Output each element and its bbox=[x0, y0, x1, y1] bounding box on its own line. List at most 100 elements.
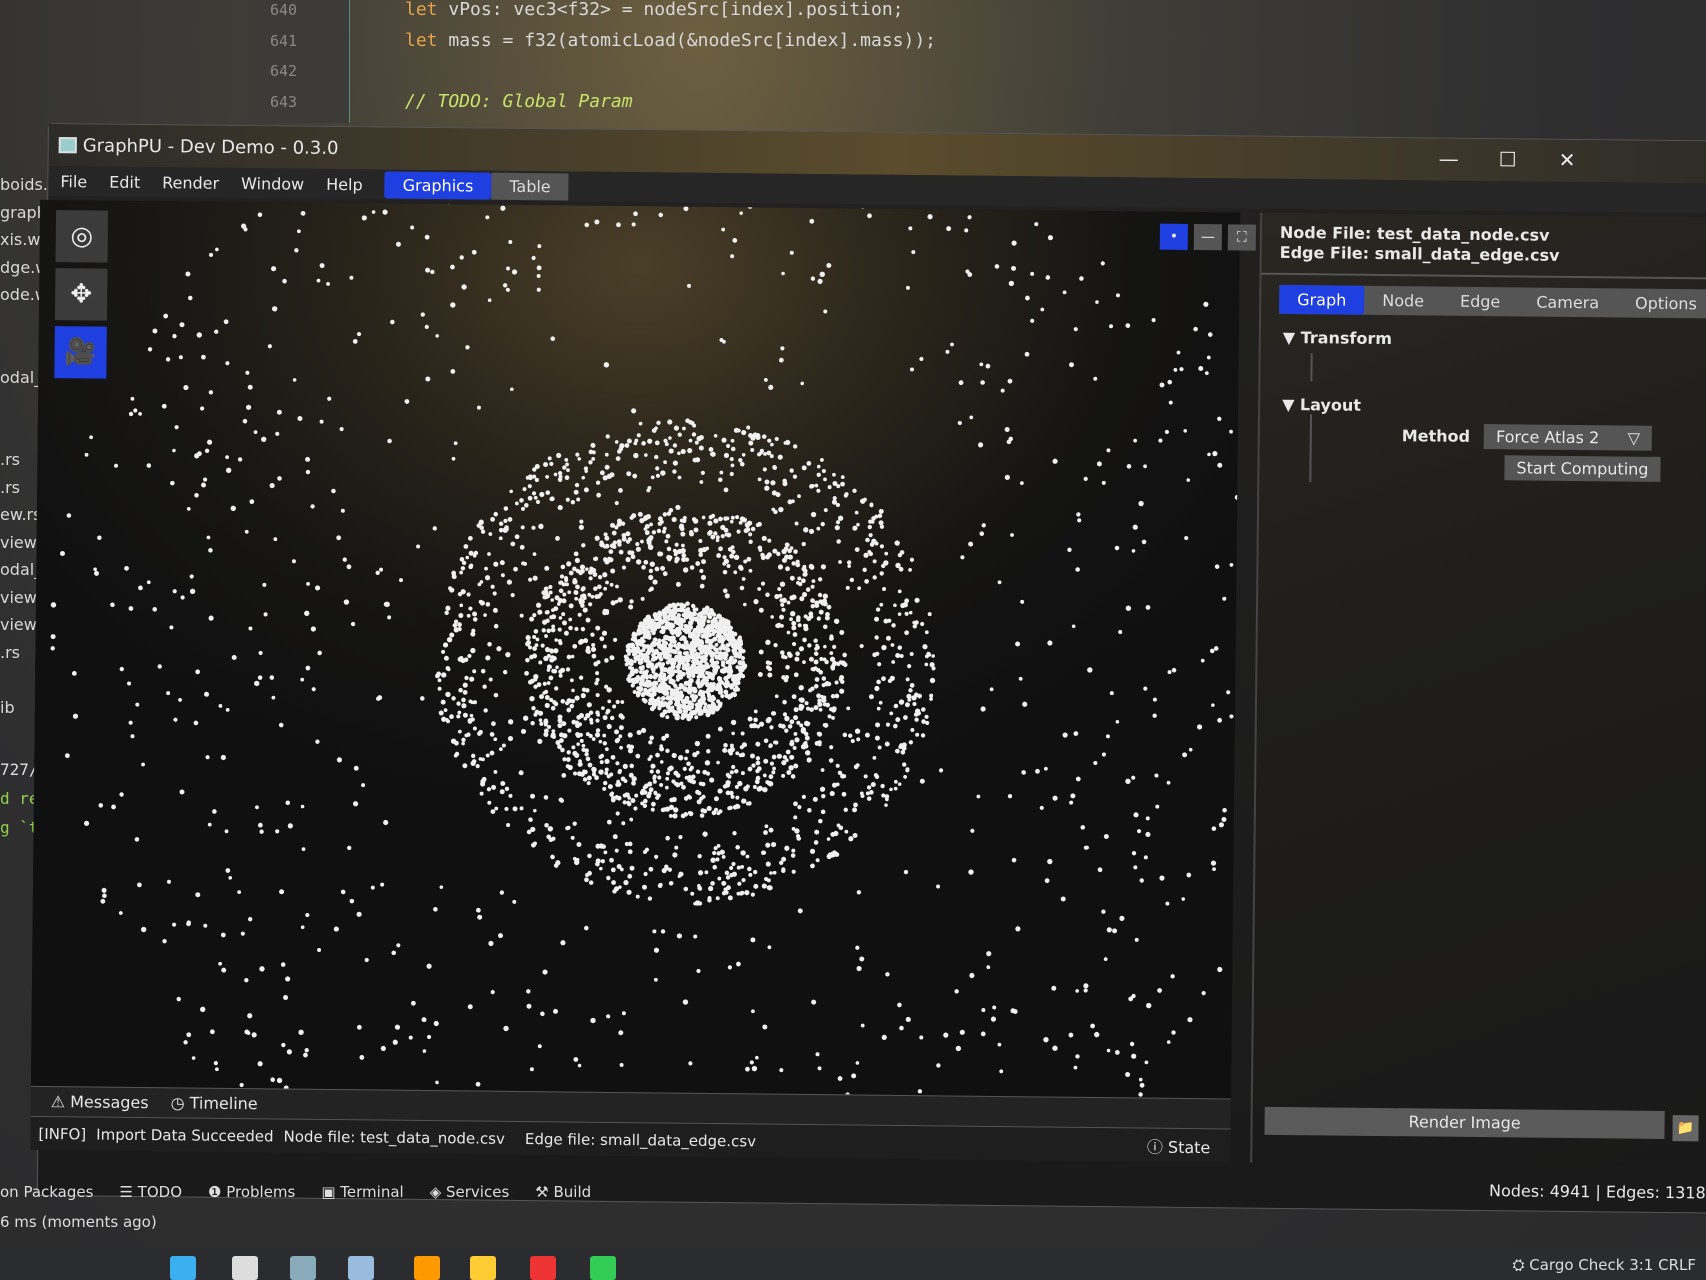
minimize-button[interactable]: — bbox=[1439, 147, 1459, 171]
graph-node bbox=[496, 646, 502, 652]
menu-render[interactable]: Render bbox=[162, 173, 219, 193]
graph-node bbox=[761, 883, 767, 889]
settings-icon[interactable] bbox=[290, 1256, 316, 1280]
graph-node bbox=[1236, 672, 1241, 678]
graph-node bbox=[672, 460, 678, 466]
ide-tool-tab[interactable]: ◈ Services bbox=[430, 1183, 510, 1201]
tab-table[interactable]: Table bbox=[491, 172, 569, 200]
graph-node bbox=[535, 499, 541, 505]
view-point-button[interactable]: • bbox=[1159, 223, 1189, 250]
graph-node bbox=[833, 618, 840, 624]
tab-edge[interactable]: Edge bbox=[1442, 287, 1519, 317]
tab-messages[interactable]: ⚠ Messages bbox=[51, 1092, 149, 1112]
graph-node bbox=[801, 794, 806, 799]
graph-node bbox=[208, 615, 214, 621]
graph-node bbox=[735, 515, 740, 520]
graph-node bbox=[905, 677, 910, 682]
graph-node bbox=[622, 763, 628, 769]
folder-icon[interactable]: 📁 bbox=[1672, 1115, 1699, 1142]
transform-section-header[interactable]: ▼ Transform bbox=[1283, 328, 1706, 352]
ide-tool-tab[interactable]: ☰ TODO bbox=[119, 1183, 182, 1201]
menu-help[interactable]: Help bbox=[326, 174, 363, 193]
graph-node bbox=[445, 605, 451, 611]
graph-node bbox=[604, 535, 610, 541]
graph-node bbox=[989, 687, 994, 692]
graph-node bbox=[490, 809, 496, 814]
graph-node bbox=[591, 653, 597, 659]
menu-window[interactable]: Window bbox=[241, 174, 304, 194]
folder-icon[interactable] bbox=[470, 1256, 496, 1280]
graph-node bbox=[162, 938, 167, 944]
graph-node bbox=[643, 559, 649, 565]
graph-node bbox=[1221, 816, 1227, 822]
graph-node bbox=[879, 602, 884, 607]
taskbar-app-icon[interactable] bbox=[590, 1256, 616, 1280]
graph-node bbox=[637, 511, 643, 517]
close-button[interactable]: ✕ bbox=[1559, 148, 1576, 172]
graph-node bbox=[712, 850, 717, 856]
graph-node bbox=[819, 271, 825, 278]
menu-edit[interactable]: Edit bbox=[109, 172, 140, 191]
graph-node bbox=[1071, 624, 1076, 629]
ide-tool-tab[interactable]: on Packages bbox=[0, 1183, 93, 1201]
graph-node bbox=[1236, 678, 1241, 684]
graph-node bbox=[1114, 545, 1120, 551]
taskbar-app-icon[interactable] bbox=[232, 1256, 258, 1280]
graph-viewport[interactable]: ◎ ✥ 🎥 • — ⛶ bbox=[30, 199, 1257, 1099]
taskbar-app-icon[interactable] bbox=[414, 1256, 440, 1280]
graph-node bbox=[671, 752, 677, 759]
graph-node bbox=[296, 229, 301, 234]
taskbar-app-icon[interactable] bbox=[530, 1256, 556, 1280]
graph-node bbox=[1204, 371, 1209, 376]
render-image-button[interactable]: Render Image bbox=[1264, 1106, 1665, 1139]
graph-node bbox=[356, 911, 362, 917]
graph-node bbox=[602, 572, 608, 578]
graph-node bbox=[490, 516, 495, 522]
method-dropdown[interactable]: Force Atlas 2 ▽ bbox=[1483, 424, 1653, 451]
graph-node bbox=[811, 999, 817, 1005]
graph-node bbox=[186, 506, 191, 511]
graph-node bbox=[483, 708, 488, 713]
tab-graph[interactable]: Graph bbox=[1279, 284, 1365, 315]
ide-tool-tab[interactable]: ▣ Terminal bbox=[321, 1183, 403, 1201]
graph-node bbox=[959, 1029, 965, 1035]
fullscreen-button[interactable]: ⛶ bbox=[1227, 224, 1257, 251]
graph-node bbox=[730, 254, 735, 259]
taskbar-app-icon[interactable] bbox=[348, 1256, 374, 1280]
code-editor[interactable]: let vPos: vec3<f32> = nodeSrc[index].pos… bbox=[405, 0, 936, 122]
graph-node bbox=[791, 694, 797, 700]
ide-tool-tab[interactable]: ⚒ Build bbox=[535, 1183, 591, 1201]
tab-timeline[interactable]: ◷ Timeline bbox=[171, 1093, 258, 1113]
tab-node[interactable]: Node bbox=[1364, 286, 1442, 316]
view-line-button[interactable]: — bbox=[1193, 224, 1223, 251]
graph-node bbox=[595, 480, 601, 485]
graph-node bbox=[206, 439, 213, 445]
graph-node bbox=[485, 753, 490, 758]
menu-file[interactable]: File bbox=[60, 172, 87, 191]
graph-node bbox=[336, 757, 343, 763]
graph-node bbox=[924, 714, 929, 719]
windows-start-icon[interactable] bbox=[170, 1256, 196, 1280]
tab-options[interactable]: Options bbox=[1617, 288, 1706, 318]
graph-node bbox=[675, 504, 681, 511]
graph-node bbox=[304, 1047, 309, 1053]
graph-node bbox=[986, 951, 992, 957]
move-tool-button[interactable]: ✥ bbox=[54, 268, 108, 321]
start-computing-button[interactable]: Start Computing bbox=[1504, 455, 1661, 482]
graph-node bbox=[1214, 564, 1220, 569]
graph-node bbox=[613, 637, 618, 642]
file-tree-item[interactable]: boids. bbox=[0, 175, 48, 203]
graph-node bbox=[1101, 480, 1106, 485]
ide-tool-tab[interactable]: ❶ Problems bbox=[208, 1183, 295, 1201]
camera-tool-button[interactable]: 🎥 bbox=[54, 326, 107, 379]
graph-node bbox=[1052, 795, 1058, 801]
graph-node bbox=[726, 563, 731, 568]
graph-node bbox=[614, 848, 619, 853]
tab-graphics[interactable]: Graphics bbox=[384, 171, 492, 200]
tab-camera[interactable]: Camera bbox=[1518, 287, 1617, 317]
maximize-button[interactable]: ☐ bbox=[1499, 147, 1517, 171]
graph-node bbox=[788, 765, 794, 771]
target-tool-button[interactable]: ◎ bbox=[55, 210, 109, 263]
graph-node bbox=[425, 267, 431, 273]
state-button[interactable]: ⓘ State bbox=[1147, 1133, 1211, 1158]
